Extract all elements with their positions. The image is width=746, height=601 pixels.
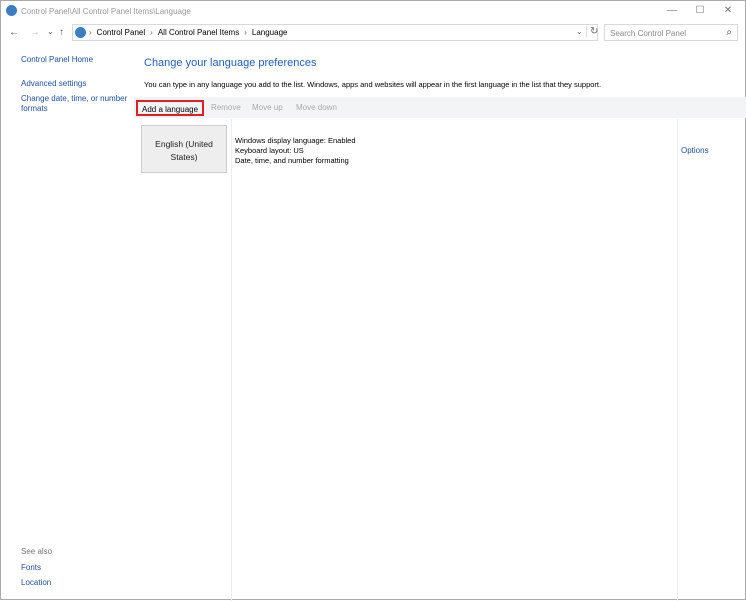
formatting-info: Date, time, and number formatting <box>235 156 349 165</box>
address-bar[interactable]: › Control Panel › All Control Panel Item… <box>72 24 598 41</box>
address-dropdown-icon[interactable]: ⌄ <box>576 27 583 36</box>
up-button[interactable]: ↑ <box>59 27 64 38</box>
refresh-icon[interactable]: ↻ <box>586 26 598 37</box>
breadcrumb-all-items[interactable]: All Control Panel Items <box>158 28 239 37</box>
breadcrumb-language[interactable]: Language <box>252 28 288 37</box>
move-down-button[interactable]: Move down <box>292 100 341 116</box>
add-language-button[interactable]: Add a language <box>136 100 205 116</box>
window-title: Control Panel\All Control Panel Items\La… <box>21 7 191 16</box>
search-placeholder: Search Control Panel <box>610 29 687 38</box>
move-up-button[interactable]: Move up <box>248 100 287 116</box>
search-input[interactable]: Search Control Panel ⌕ <box>604 24 738 41</box>
page-description: You can type in any language you add to … <box>144 80 602 89</box>
keyboard-layout: Keyboard layout: US <box>235 146 304 155</box>
sidebar-control-panel-home[interactable]: Control Panel Home <box>21 55 93 64</box>
control-panel-icon <box>75 27 86 38</box>
see-also-label: See also <box>21 547 53 556</box>
breadcrumb-separator: › <box>89 28 92 37</box>
sidebar-change-date-formats[interactable]: Change date, time, or number formats <box>21 94 133 114</box>
see-also-location[interactable]: Location <box>21 578 51 587</box>
minimize-button[interactable]: — <box>659 3 685 19</box>
remove-button[interactable]: Remove <box>207 100 245 116</box>
forward-button[interactable]: → <box>30 27 40 38</box>
language-item-english-us[interactable]: English (United States) <box>141 125 227 173</box>
see-also-fonts[interactable]: Fonts <box>21 563 41 572</box>
options-link[interactable]: Options <box>681 146 709 155</box>
divider <box>677 119 678 601</box>
sidebar-advanced-settings[interactable]: Advanced settings <box>21 79 86 88</box>
recent-locations-button[interactable]: ⌄ <box>47 27 54 36</box>
page-title: Change your language preferences <box>144 57 317 69</box>
maximize-button[interactable]: ☐ <box>687 3 713 19</box>
breadcrumb-separator: › <box>244 28 247 37</box>
breadcrumb-separator: › <box>150 28 153 37</box>
close-button[interactable]: ✕ <box>715 3 741 19</box>
control-panel-icon <box>6 5 17 16</box>
display-language-status: Windows display language: Enabled <box>235 136 356 145</box>
divider <box>231 119 232 601</box>
breadcrumb-control-panel[interactable]: Control Panel <box>97 28 145 37</box>
search-icon: ⌕ <box>726 27 732 38</box>
language-details: Windows display language: Enabled Keyboa… <box>235 136 356 166</box>
back-button[interactable]: ← <box>9 27 19 38</box>
